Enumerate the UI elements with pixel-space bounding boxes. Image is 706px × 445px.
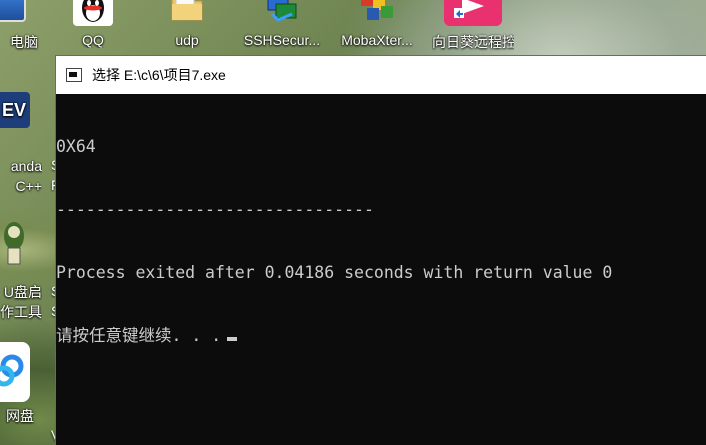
desktop-icon-label-line: C++ (15, 178, 42, 194)
window-title: 选择 E:\c\6\项目7.exe (92, 67, 226, 83)
console-line: 请按任意键继续. . . (56, 326, 222, 345)
console-line: 0X64 (56, 137, 96, 156)
usb-tool-icon (0, 218, 26, 268)
desktop-icon-computer[interactable]: 电脑 (0, 0, 46, 52)
mobaxterm-icon (357, 0, 397, 24)
desktop-icon-label: 网盘 (6, 408, 34, 424)
desktop-icon-label: udp (175, 32, 199, 48)
desktop-icon-label: QQ (82, 32, 104, 48)
dev-cpp-badge: EV (1, 100, 26, 120)
console-app-icon (66, 68, 82, 82)
desktop-icon-usb-tool[interactable]: U盘启 作工具 (0, 218, 42, 320)
console-title-bar[interactable]: 选择 E:\c\6\项目7.exe (56, 56, 706, 94)
desktop-icon-label: 向日葵远程控 (432, 34, 514, 50)
desktop-icon-label-line: U盘启 (3, 284, 42, 300)
desktop-icon-label: U盘启 作工具 (0, 282, 42, 322)
computer-icon (0, 0, 26, 22)
qq-penguin-icon (73, 0, 113, 26)
desktop-icon-udp[interactable]: udp (147, 0, 227, 52)
desktop-icon-baidu-netdisk[interactable]: 网盘 (0, 342, 42, 432)
console-line-prompt: 请按任意键继续. . . (56, 325, 706, 346)
console-line: Process exited after 0.04186 seconds wit… (56, 263, 613, 282)
desktop-icon-mobaxterm[interactable]: MobaXter... (337, 0, 417, 52)
desktop-icon-label-line: 作工具 (0, 304, 42, 320)
desktop-icon-label: anda C++ (0, 156, 42, 196)
desktop-icon-qq[interactable]: QQ (53, 0, 133, 52)
console-window[interactable]: 选择 E:\c\6\项目7.exe 0X64 -----------------… (56, 56, 706, 445)
text-cursor (227, 337, 238, 341)
desktop-icon-label: 电脑 (10, 34, 38, 50)
folder-icon (170, 0, 204, 22)
desktop-icon-label: SSHSecur... (243, 32, 321, 48)
console-output[interactable]: 0X64 -------------------------------- Pr… (56, 94, 706, 445)
baidu-netdisk-icon (0, 342, 30, 402)
desktop-icon-label-line: anda (10, 158, 42, 174)
desktop-icon-sunlogin[interactable]: 向日葵远程控 (432, 0, 514, 52)
desktop-icon-label: MobaXter... (341, 32, 413, 48)
desktop-icon-dev-cpp[interactable]: EV anda C++ (0, 92, 42, 194)
console-line: -------------------------------- (56, 200, 374, 219)
ssh-icon (264, 0, 300, 22)
sunlogin-icon (444, 0, 502, 26)
desktop-icon-sshsecure[interactable]: SSHSecur... (242, 0, 322, 52)
dev-cpp-icon: EV (0, 92, 30, 128)
